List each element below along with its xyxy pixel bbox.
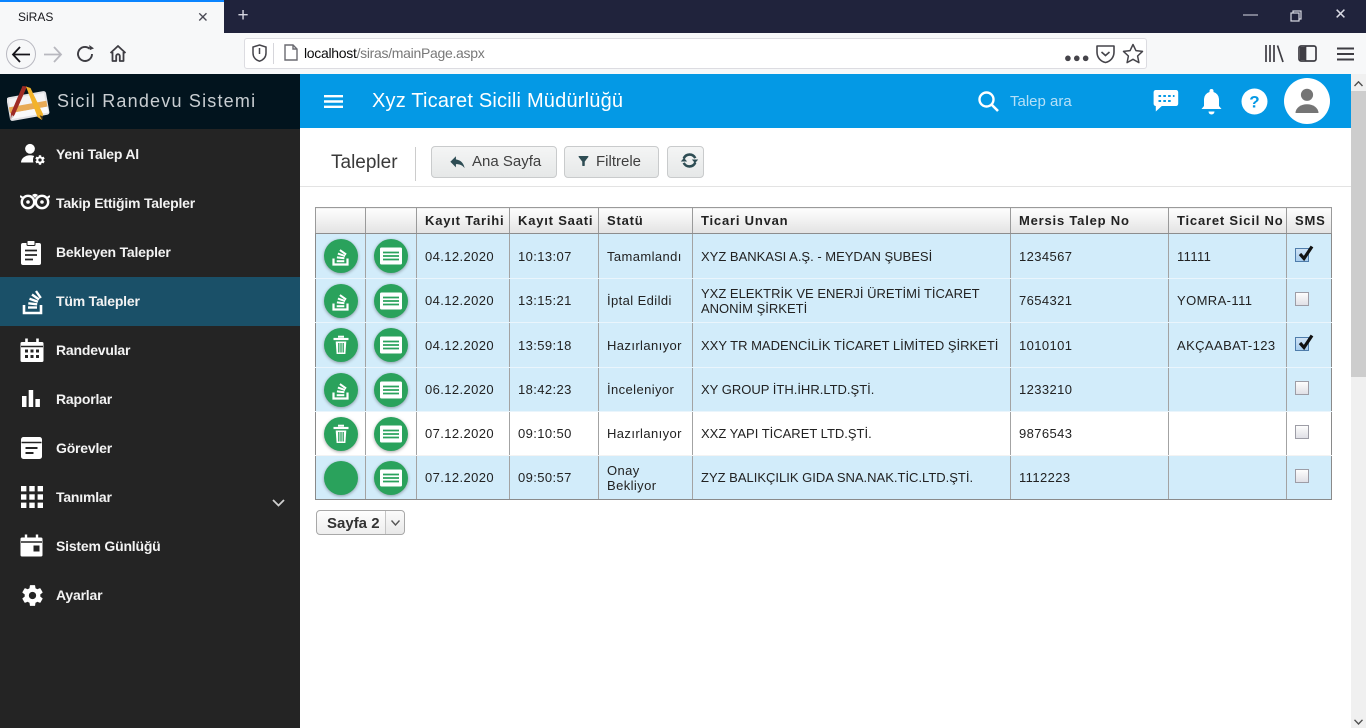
- svg-text:?: ?: [1249, 93, 1259, 112]
